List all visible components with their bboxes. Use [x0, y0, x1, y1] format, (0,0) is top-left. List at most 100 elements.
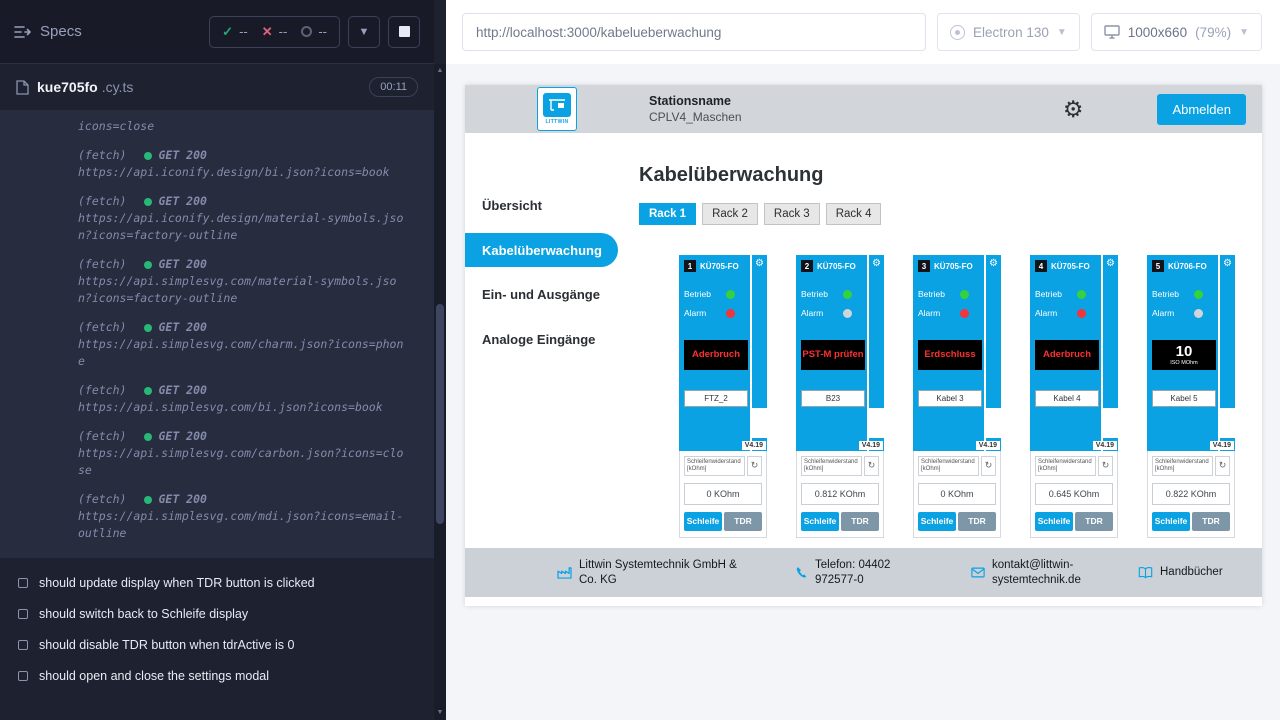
tdr-button[interactable]: TDR [841, 512, 879, 531]
card-settings-gear-icon[interactable]: ⚙ [989, 258, 998, 270]
request-type: (fetch) [78, 193, 126, 210]
mode-buttons: SchleifeTDR [801, 512, 879, 531]
footer-link[interactable]: kontakt@littwin-systemtechnik.de [971, 558, 1100, 588]
test-list: should update display when TDR button is… [0, 558, 434, 691]
stat-value: -- [318, 24, 327, 39]
settings-gear-icon[interactable]: ⚙ [1063, 98, 1084, 121]
tdr-button[interactable]: TDR [1192, 512, 1230, 531]
tdr-button[interactable]: TDR [958, 512, 996, 531]
alarm-row: Alarm [918, 308, 982, 318]
refresh-icon[interactable]: ↻ [1098, 456, 1113, 476]
betrieb-row: Betrieb [684, 289, 748, 299]
status-display: PST-M prüfen [801, 340, 865, 370]
tab-rack-2[interactable]: Rack 2 [702, 203, 758, 225]
page-title: Kabelüberwachung [639, 164, 1262, 187]
device-card-head: 5 KÜ706-FO [1152, 260, 1216, 272]
test-item[interactable]: should update display when TDR button is… [18, 576, 420, 590]
schleife-button[interactable]: Schleife [1152, 512, 1190, 531]
footer-link[interactable]: Handbücher [1138, 565, 1223, 580]
schleife-button[interactable]: Schleife [684, 512, 722, 531]
firmware-version: V4.19 [1093, 441, 1117, 450]
schleife-button[interactable]: Schleife [918, 512, 956, 531]
device-number: 5 [1152, 260, 1164, 272]
stat-failed: ✕-- [262, 24, 288, 40]
request-url: https://api.simplesvg.com/material-symbo… [78, 273, 408, 307]
runner-panel: Electron 130 ▼ 1000x660 (79%) ▼ [446, 0, 1280, 720]
card-settings-gear-icon[interactable]: ⚙ [872, 258, 881, 270]
refresh-icon[interactable]: ↻ [981, 456, 996, 476]
logout-button[interactable]: Abmelden [1157, 94, 1246, 125]
refresh-icon[interactable]: ↻ [747, 456, 762, 476]
app-footer: Littwin Systemtechnik GmbH & Co. KG Telef… [465, 548, 1262, 597]
betrieb-row: Betrieb [801, 289, 865, 299]
sidebar-item--bersicht[interactable]: Übersicht [465, 183, 618, 228]
check-icon: ✓ [222, 24, 233, 40]
request-type: (fetch) [78, 256, 126, 273]
viewport-select[interactable]: 1000x660 (79%) ▼ [1091, 13, 1262, 51]
stop-tests-button[interactable] [388, 16, 420, 48]
sidebar-item-kabel-berwachung[interactable]: Kabelüberwachung [465, 233, 618, 267]
scroll-down-icon[interactable]: ▼ [434, 706, 446, 720]
reporter-scrollbar[interactable]: ▲ ▼ [434, 64, 446, 720]
status-display: Aderbruch [1035, 340, 1099, 370]
footer-text: Telefon: 04402 972577-0 [815, 558, 933, 588]
alarm-led [726, 309, 735, 318]
request-status-text: GET 200 [158, 382, 206, 399]
status-display: 10ISO MOhm [1152, 340, 1216, 370]
tdr-button[interactable]: TDR [724, 512, 762, 531]
device-cards: 1KÜ705-FOBetriebAlarmAderbruchFTZ_2⚙V4.1… [679, 255, 1262, 538]
sidebar-item-analoge-eing-nge[interactable]: Analoge Eingänge [465, 317, 618, 362]
resistance-value: 0 KOhm [918, 483, 996, 505]
url-input[interactable] [462, 13, 926, 51]
request-status: GET 200 [144, 147, 206, 164]
device-number: 2 [801, 260, 813, 272]
betrieb-led [1077, 290, 1086, 299]
request-type: (fetch) [78, 319, 126, 336]
cable-name: Kabel 3 [918, 390, 982, 407]
tab-rack-1[interactable]: Rack 1 [639, 203, 696, 225]
mode-buttons: SchleifeTDR [1035, 512, 1113, 531]
specs-button[interactable]: Specs [14, 23, 82, 40]
card-settings-gear-icon[interactable]: ⚙ [1223, 258, 1232, 270]
test-title: should switch back to Schleife display [39, 607, 248, 621]
cable-name: Kabel 5 [1152, 390, 1216, 407]
tdr-button[interactable]: TDR [1075, 512, 1113, 531]
tab-rack-3[interactable]: Rack 3 [764, 203, 820, 225]
status-dot-icon [144, 433, 152, 441]
request-status: GET 200 [144, 428, 206, 445]
test-item[interactable]: should open and close the settings modal [18, 669, 420, 683]
test-item[interactable]: should switch back to Schleife display [18, 607, 420, 621]
alarm-label: Alarm [684, 308, 720, 318]
refresh-icon[interactable]: ↻ [1215, 456, 1230, 476]
device-card-side: ⚙ [1101, 255, 1118, 451]
test-title: should update display when TDR button is… [39, 576, 315, 590]
footer-link[interactable]: Littwin Systemtechnik GmbH & Co. KG [557, 558, 757, 588]
collapse-reporter-button[interactable]: ▼ [348, 16, 380, 48]
footer-link[interactable]: Telefon: 04402 972577-0 [795, 558, 933, 588]
card-settings-gear-icon[interactable]: ⚙ [755, 258, 764, 270]
resistance-label: Schleifenwiderstand [kOhm] [801, 456, 862, 476]
sidebar-item-ein-und-ausg-nge[interactable]: Ein- und Ausgänge [465, 272, 618, 317]
alarm-led [1077, 309, 1086, 318]
chevron-down-icon: ▼ [359, 26, 370, 38]
device-card-side: ⚙ [867, 255, 884, 451]
measurement-head: Schleifenwiderstand [kOhm]↻ [684, 456, 762, 476]
schleife-button[interactable]: Schleife [1035, 512, 1073, 531]
browser-select[interactable]: Electron 130 ▼ [937, 13, 1080, 51]
request-head: (fetch)GET 200 [78, 319, 420, 336]
side-white-segment [1220, 408, 1235, 438]
scrollbar-thumb[interactable] [436, 304, 444, 524]
device-model: KÜ706-FO [1168, 262, 1207, 271]
request-url: https://api.simplesvg.com/mdi.json?icons… [78, 508, 408, 542]
test-item[interactable]: should disable TDR button when tdrActive… [18, 638, 420, 652]
tab-rack-4[interactable]: Rack 4 [826, 203, 882, 225]
led-block: BetriebAlarm [918, 289, 982, 318]
scroll-up-icon[interactable]: ▲ [434, 64, 446, 78]
test-state-icon [18, 578, 28, 588]
card-settings-gear-icon[interactable]: ⚙ [1106, 258, 1115, 270]
refresh-icon[interactable]: ↻ [864, 456, 879, 476]
littwin-logo-icon [543, 93, 571, 117]
resistance-label: Schleifenwiderstand [kOhm] [1035, 456, 1096, 476]
schleife-button[interactable]: Schleife [801, 512, 839, 531]
side-white-segment [986, 408, 1001, 438]
